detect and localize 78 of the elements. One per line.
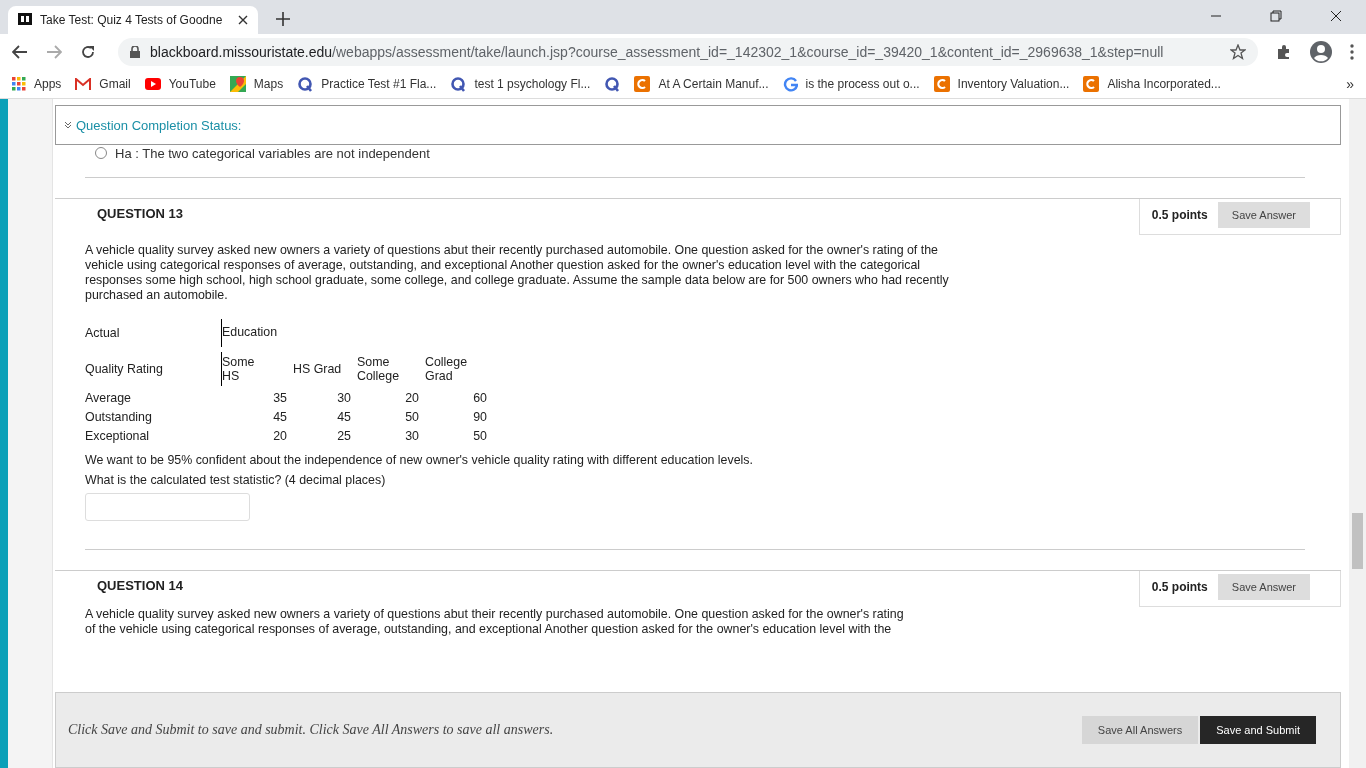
table-cell-text: 35	[272, 391, 288, 405]
bookmark[interactable]: is the process out o...	[782, 76, 920, 92]
question-prompt: What is the calculated test statistic? (4 decimal places)	[85, 473, 387, 487]
table-cell-text: Actual	[85, 326, 121, 340]
bookmark[interactable]: Gmail	[75, 77, 131, 91]
column-header: HS Grad	[293, 362, 343, 376]
close-icon[interactable]	[1330, 10, 1342, 22]
table-cell-text: 30	[404, 429, 420, 443]
row-label: Exceptional	[85, 429, 151, 443]
table-cell-text: 45	[272, 410, 288, 424]
account-icon[interactable]	[1310, 41, 1332, 63]
save-answer-button[interactable]: Save Answer	[1217, 574, 1310, 600]
reload-icon[interactable]	[80, 44, 96, 60]
table-cell-text: Quality Rating	[85, 362, 164, 376]
question-title: QUESTION 14	[97, 578, 183, 593]
question-text: A vehicle quality survey asked new owners a variety of questions abut their recently purchased automobile. One question asked for the owner's rating	[85, 607, 905, 622]
points-label: 0.5 points	[1151, 208, 1208, 222]
bookmark[interactable]: test 1 psychology Fl...	[450, 76, 591, 92]
map-pin-icon	[229, 76, 246, 92]
row-label: Average	[85, 391, 132, 405]
menu-icon[interactable]	[1350, 44, 1354, 60]
bookmark[interactable]: Apps	[12, 77, 62, 91]
mail-icon	[75, 78, 92, 90]
c-logo-icon	[933, 76, 950, 92]
tab-title: Take Test: Quiz 4 Tests of Goodne	[40, 13, 224, 27]
table-cell: Education	[221, 319, 493, 347]
row-label: Outstanding	[85, 410, 153, 424]
question-text: of the vehicle using categorical responses of average, outstanding, and exceptional Another question asked for the owner's education level with the	[85, 622, 893, 637]
bookmark[interactable]: Maps	[229, 76, 284, 92]
scrollbar[interactable]	[1349, 99, 1366, 768]
column-header: College Grad	[425, 355, 469, 383]
g-logo-icon	[782, 76, 798, 92]
table-cell-text: 30	[336, 391, 352, 405]
bookmark[interactable]: Inventory Valuation...	[933, 76, 1070, 92]
points-label: 0.5 points	[1151, 580, 1208, 594]
puzzle-icon[interactable]	[1276, 44, 1292, 60]
column-header: Some HS	[221, 352, 272, 386]
question-prompt: We want to be 95% confident about the independence of new owner's vehicle quality rating with different education levels.	[85, 453, 754, 467]
bookmark[interactable]: At A Certain Manuf...	[634, 76, 769, 92]
completion-status[interactable]: Question Completion Status:	[55, 105, 1341, 145]
play-icon	[144, 78, 161, 90]
bookmark[interactable]: Alisha Incorporated...	[1083, 76, 1221, 92]
table-cell-text: 20	[272, 429, 288, 443]
address-bar[interactable]: blackboard.missouristate.edu/webapps/assessment/take/launch.jsp?course_assessment_id=_142302_1&course_id=_39420_1&content_id=_2969638_1&step=null	[118, 38, 1258, 66]
save-all-answers-button[interactable]: Save All Answers	[1081, 716, 1199, 744]
more-bookmarks[interactable]: »	[1346, 76, 1354, 92]
browser-tab[interactable]: Take Test: Quiz 4 Tests of Goodne	[8, 6, 258, 34]
column-header: Some College	[357, 355, 401, 383]
table-cell-text: 45	[336, 410, 352, 424]
c-logo-icon	[634, 76, 651, 92]
bookmark[interactable]: YouTube	[144, 77, 216, 91]
save-and-submit-button[interactable]: Save and Submit	[1200, 716, 1316, 744]
bookmark[interactable]	[604, 76, 621, 92]
table-cell-text: 25	[336, 429, 352, 443]
table-cell-text: 50	[404, 410, 420, 424]
question-title: QUESTION 13	[97, 206, 183, 221]
question-text: A vehicle quality survey asked new owners a variety of questions abut their recently purchased automobile. One question asked for the owner's rating of the vehicle using categorical responses of average, outstanding, and exceptional Another question asked for the owner's education level with the categorical responses some high school, high school graduate, some college, and college graduate. Assume the sample data below are for 500 owners who had recently purchased an automobile.	[85, 243, 950, 303]
q-logo-icon	[604, 76, 621, 92]
restore-icon[interactable]	[1270, 10, 1282, 22]
star-icon[interactable]	[1230, 44, 1246, 60]
table-cell-text: 90	[472, 410, 488, 424]
close-icon[interactable]	[238, 15, 248, 25]
answer-option: Ha : The two categorical variables are not independent	[115, 145, 430, 161]
save-answer-button[interactable]: Save Answer	[1217, 202, 1310, 228]
table-cell-text: 20	[404, 391, 420, 405]
chevrons-icon	[64, 121, 72, 129]
q-logo-icon	[450, 76, 467, 92]
c-logo-icon	[1083, 76, 1100, 92]
answer-field[interactable]	[85, 493, 250, 521]
table-cell-text: 60	[472, 391, 488, 405]
lock-icon	[130, 46, 140, 58]
q-logo-icon	[297, 76, 314, 92]
new-tab-icon[interactable]	[276, 12, 290, 26]
submit-hint: Click Save and Submit to save and submit. Click Save All Answers to save all answers.	[68, 722, 554, 738]
table-cell-text: 50	[472, 429, 488, 443]
apps-grid-icon	[12, 77, 26, 91]
bookmark[interactable]: Practice Test #1 Fla...	[297, 76, 437, 92]
back-icon[interactable]	[12, 45, 28, 59]
